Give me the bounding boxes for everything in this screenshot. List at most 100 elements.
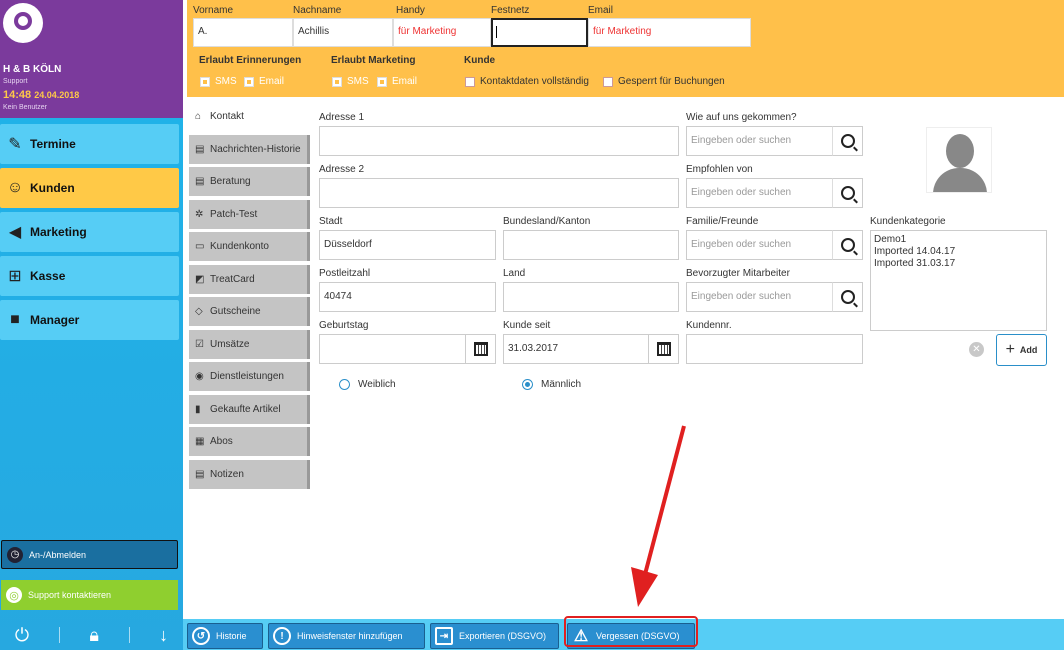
kunde-seit-label: Kunde seit: [503, 320, 551, 331]
sidebar: H & B KÖLN Support 14:48 24.04.2018 Kein…: [0, 0, 183, 650]
tab-abos[interactable]: ▦ Abos: [189, 427, 310, 456]
tag-icon: ◇: [195, 306, 203, 317]
tab-gekaufte-artikel[interactable]: ▮ Gekaufte Artikel: [189, 395, 310, 424]
megaphone-icon: ◀: [8, 224, 22, 241]
tab-gutscheine[interactable]: ◇ Gutscheine: [189, 297, 310, 326]
add-category-button[interactable]: + Add: [996, 334, 1047, 366]
current-time: 14:48 24.04.2018: [3, 89, 80, 101]
clear-category-button[interactable]: ✕: [969, 342, 984, 357]
nav-marketing[interactable]: ◀ Marketing: [0, 212, 179, 252]
geburtstag-input[interactable]: [319, 334, 466, 364]
close-icon: ✕: [972, 344, 981, 355]
tab-dienstleistungen[interactable]: ◉ Dienstleistungen: [189, 362, 310, 391]
gender-weiblich-radio[interactable]: Weiblich: [339, 379, 396, 390]
treatcard-icon: ◩: [195, 274, 205, 285]
email-label: Email: [588, 5, 614, 16]
radio-circle: [522, 379, 533, 390]
wie-gekommen-input[interactable]: Eingeben oder suchen: [686, 126, 833, 156]
reminder-email-checkbox[interactable]: Email: [244, 76, 284, 87]
tab-notizen[interactable]: ▤ Notizen: [189, 460, 310, 489]
kontaktdaten-vollstaendig-checkbox[interactable]: Kontaktdaten vollständig: [465, 76, 589, 87]
checklist-icon: ☑: [195, 339, 204, 350]
empfohlen-input[interactable]: Eingeben oder suchen: [686, 178, 833, 208]
bundesland-input[interactable]: [503, 230, 679, 260]
gesperrt-checkbox[interactable]: Gesperrt für Buchungen: [603, 76, 725, 87]
handy-field[interactable]: für Marketing: [393, 18, 491, 47]
geburtstag-calendar-button[interactable]: [465, 334, 496, 364]
nav-termine[interactable]: ✎ Termine: [0, 124, 179, 164]
tab-nachrichten-historie[interactable]: ▤ Nachrichten-Historie: [189, 135, 310, 164]
list-item[interactable]: Imported 14.04.17: [874, 246, 1043, 258]
contact-support-button[interactable]: ◎ Support kontaktieren: [1, 580, 178, 610]
login-logout-button[interactable]: ◷ An-/Abmelden: [1, 540, 178, 569]
familie-input[interactable]: Eingeben oder suchen: [686, 230, 833, 260]
salon-panel: H & B KÖLN Support 14:48 24.04.2018 Kein…: [0, 0, 183, 118]
nav-kunden[interactable]: ☺ Kunden: [0, 168, 179, 208]
tab-kontakt[interactable]: ⌂ Kontakt: [189, 102, 310, 131]
empfohlen-search-button[interactable]: [832, 178, 863, 208]
nachname-field[interactable]: Achillis: [293, 18, 393, 47]
plus-icon: +: [1005, 341, 1015, 358]
historie-button[interactable]: ↺ Historie: [187, 623, 263, 649]
plz-input[interactable]: 40474: [319, 282, 496, 312]
land-input[interactable]: [503, 282, 679, 312]
vorname-field[interactable]: A.: [193, 18, 293, 47]
arrow-head: [631, 567, 658, 607]
mitarbeiter-search-button[interactable]: [832, 282, 863, 312]
nav-kasse[interactable]: ⊞ Kasse: [0, 256, 179, 296]
lock-icon[interactable]: 🔒︎: [89, 625, 99, 646]
kundennr-label: Kundennr.: [686, 320, 732, 331]
export-dsgvo-button[interactable]: ⇥ Exportieren (DSGVO): [430, 623, 559, 649]
adresse1-input[interactable]: [319, 126, 679, 156]
marketing-sms-checkbox[interactable]: SMS: [332, 76, 369, 87]
tab-treatcard[interactable]: ◩ TreatCard: [189, 265, 310, 294]
email-field[interactable]: für Marketing: [588, 18, 751, 47]
festnetz-field[interactable]: [491, 18, 588, 47]
adresse2-label: Adresse 2: [319, 164, 365, 175]
erlaubt-marketing-heading: Erlaubt Marketing: [331, 55, 416, 66]
power-icon[interactable]: ⏻: [15, 625, 29, 646]
empfohlen-label: Empfohlen von: [686, 164, 753, 175]
tab-patch-test[interactable]: ✲ Patch-Test: [189, 200, 310, 229]
hinweisfenster-button[interactable]: ! Hinweisfenster hinzufügen: [268, 623, 425, 649]
tab-kundenkonto[interactable]: ▭ Kundenkonto: [189, 232, 310, 261]
list-item[interactable]: Imported 31.03.17: [874, 258, 1043, 270]
kundenkategorie-list[interactable]: Demo1 Imported 14.04.17 Imported 31.03.1…: [870, 230, 1047, 331]
mitarbeiter-label: Bevorzugter Mitarbeiter: [686, 268, 790, 279]
arrow-shaft: [641, 425, 686, 583]
patch-icon: ✲: [195, 209, 204, 220]
search-icon: [840, 134, 855, 148]
avatar-body: [933, 168, 987, 192]
nachname-label: Nachname: [293, 5, 342, 16]
calendar-edit-icon: ✎: [8, 136, 22, 153]
stadt-input[interactable]: Düsseldorf: [319, 230, 496, 260]
familie-search-button[interactable]: [832, 230, 863, 260]
customer-icon: ☺: [6, 179, 24, 196]
kunde-seit-input[interactable]: 31.03.2017: [503, 334, 649, 364]
bottle-icon: ▮: [195, 404, 201, 415]
erlaubt-erinnerungen-heading: Erlaubt Erinnerungen: [199, 55, 302, 66]
search-icon: [840, 238, 855, 252]
kundennr-input[interactable]: [686, 334, 863, 364]
customer-avatar[interactable]: [926, 127, 992, 193]
wie-gekommen-search-button[interactable]: [832, 126, 863, 156]
arrow-down-icon[interactable]: ↓: [159, 625, 168, 646]
current-date: 24.04.2018: [34, 90, 80, 100]
adresse2-input[interactable]: [319, 178, 679, 208]
reminder-sms-checkbox[interactable]: SMS: [200, 76, 237, 87]
checkbox-box: [244, 76, 254, 87]
divider: [58, 627, 60, 643]
list-item[interactable]: Demo1: [874, 234, 1043, 246]
salon-name: H & B KÖLN: [3, 64, 62, 75]
nav-manager[interactable]: ■ Manager: [0, 300, 179, 340]
tab-beratung[interactable]: ▤ Beratung: [189, 167, 310, 196]
vorname-label: Vorname: [193, 5, 234, 16]
gender-maennlich-radio[interactable]: Männlich: [522, 379, 581, 390]
checkbox-box: [332, 76, 342, 87]
wie-gekommen-label: Wie auf uns gekommen?: [686, 112, 797, 123]
tab-umsaetze[interactable]: ☑ Umsätze: [189, 330, 310, 359]
marketing-email-checkbox[interactable]: Email: [377, 76, 417, 87]
mitarbeiter-input[interactable]: Eingeben oder suchen: [686, 282, 833, 312]
kunde-seit-calendar-button[interactable]: [648, 334, 679, 364]
clock-icon: ◷: [7, 546, 23, 563]
